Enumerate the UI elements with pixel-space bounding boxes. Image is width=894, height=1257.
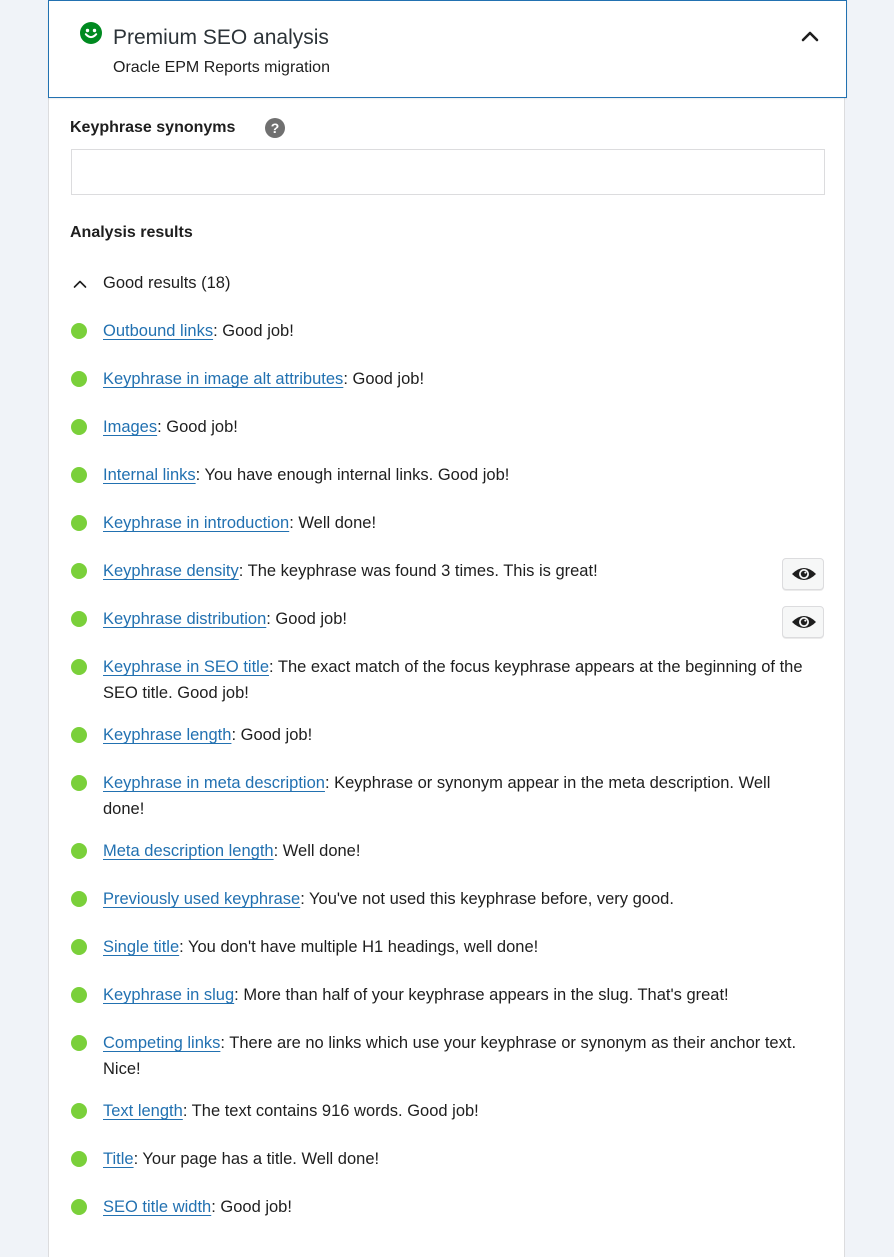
result-link[interactable]: Title bbox=[103, 1150, 134, 1168]
result-text: Images: Good job! bbox=[103, 414, 803, 440]
focus-keyphrase-subtitle: Oracle EPM Reports migration bbox=[113, 59, 330, 76]
good-status-bullet bbox=[71, 775, 87, 791]
result-link[interactable]: Text length bbox=[103, 1102, 183, 1120]
good-status-bullet bbox=[71, 467, 87, 483]
smiley-icon bbox=[80, 22, 102, 44]
result-text: Keyphrase length: Good job! bbox=[103, 722, 803, 748]
good-status-bullet bbox=[71, 611, 87, 627]
result-text: Keyphrase density: The keyphrase was fou… bbox=[103, 558, 793, 584]
premium-seo-analysis-header[interactable]: Premium SEO analysis Oracle EPM Reports … bbox=[48, 0, 847, 98]
chevron-up-icon[interactable] bbox=[801, 29, 819, 43]
keyphrase-synonyms-input[interactable] bbox=[71, 149, 825, 195]
result-link[interactable]: Keyphrase in slug bbox=[103, 986, 234, 1004]
good-status-bullet bbox=[71, 891, 87, 907]
result-message: : The keyphrase was found 3 times. This … bbox=[238, 562, 598, 580]
result-message: : You have enough internal links. Good j… bbox=[195, 466, 510, 484]
result-link[interactable]: Keyphrase in introduction bbox=[103, 514, 289, 532]
chevron-up-icon bbox=[73, 280, 87, 288]
result-text: Single title: You don't have multiple H1… bbox=[103, 934, 803, 960]
result-message: : You've not used this keyphrase before,… bbox=[300, 890, 674, 908]
result-link[interactable]: Outbound links bbox=[103, 322, 213, 340]
result-message: : You don't have multiple H1 headings, w… bbox=[179, 938, 539, 956]
result-link[interactable]: SEO title width bbox=[103, 1198, 211, 1216]
result-text: Previously used keyphrase: You've not us… bbox=[103, 886, 803, 912]
result-text: Text length: The text contains 916 words… bbox=[103, 1098, 803, 1124]
result-link[interactable]: Keyphrase in image alt attributes bbox=[103, 370, 343, 388]
result-message: : Good job! bbox=[231, 726, 313, 744]
highlight-keyphrase-distribution-button[interactable] bbox=[782, 606, 824, 638]
good-status-bullet bbox=[71, 987, 87, 1003]
result-text: Competing links: There are no links whic… bbox=[103, 1030, 803, 1082]
result-message: : Good job! bbox=[266, 610, 347, 628]
result-message: : Well done! bbox=[273, 842, 361, 860]
result-link[interactable]: Keyphrase density bbox=[103, 562, 239, 580]
result-message: : The text contains 916 words. Good job! bbox=[182, 1102, 479, 1120]
result-text: Title: Your page has a title. Well done! bbox=[103, 1146, 803, 1172]
good-status-bullet bbox=[71, 1199, 87, 1215]
result-message: : Good job! bbox=[213, 322, 294, 340]
result-text: Keyphrase in meta description: Keyphrase… bbox=[103, 770, 803, 822]
result-link[interactable]: Keyphrase in meta description bbox=[103, 774, 325, 792]
analysis-results-heading: Analysis results bbox=[70, 224, 193, 241]
result-text: Meta description length: Well done! bbox=[103, 838, 803, 864]
good-status-bullet bbox=[71, 1151, 87, 1167]
good-status-bullet bbox=[71, 727, 87, 743]
result-message: : Well done! bbox=[289, 514, 377, 532]
result-message: : Good job! bbox=[157, 418, 238, 436]
good-status-bullet bbox=[71, 1103, 87, 1119]
result-link[interactable]: Images bbox=[103, 418, 157, 436]
result-text: SEO title width: Good job! bbox=[103, 1194, 803, 1220]
good-status-bullet bbox=[71, 563, 87, 579]
keyphrase-synonyms-label: Keyphrase synonyms bbox=[70, 119, 236, 136]
result-link[interactable]: Keyphrase length bbox=[103, 726, 231, 744]
result-link[interactable]: Single title bbox=[103, 938, 179, 956]
good-status-bullet bbox=[71, 659, 87, 675]
good-status-bullet bbox=[71, 843, 87, 859]
good-status-bullet bbox=[71, 371, 87, 387]
good-results-label: Good results (18) bbox=[103, 274, 231, 292]
result-text: Outbound links: Good job! bbox=[103, 318, 803, 344]
good-status-bullet bbox=[71, 323, 87, 339]
result-link[interactable]: Internal links bbox=[103, 466, 196, 484]
result-text: Keyphrase in introduction: Well done! bbox=[103, 510, 803, 536]
result-text: Keyphrase in slug: More than half of you… bbox=[103, 982, 833, 1008]
help-icon[interactable]: ? bbox=[265, 118, 285, 138]
panel-title: Premium SEO analysis bbox=[113, 26, 329, 49]
result-text: Keyphrase distribution: Good job! bbox=[103, 606, 793, 632]
highlight-keyphrase-density-button[interactable] bbox=[782, 558, 824, 590]
good-status-bullet bbox=[71, 515, 87, 531]
result-text: Keyphrase in SEO title: The exact match … bbox=[103, 654, 803, 706]
good-status-bullet bbox=[71, 1035, 87, 1051]
eye-icon bbox=[792, 616, 816, 628]
result-link[interactable]: Competing links bbox=[103, 1034, 220, 1052]
good-status-bullet bbox=[71, 939, 87, 955]
result-message: : Your page has a title. Well done! bbox=[133, 1150, 380, 1168]
result-message: : Good job! bbox=[211, 1198, 292, 1216]
result-link[interactable]: Meta description length bbox=[103, 842, 274, 860]
result-link[interactable]: Keyphrase in SEO title bbox=[103, 658, 269, 676]
result-message: : Good job! bbox=[343, 370, 425, 388]
good-status-bullet bbox=[71, 419, 87, 435]
result-message: : More than half of your keyphrase appea… bbox=[234, 986, 729, 1004]
eye-icon bbox=[792, 568, 816, 580]
result-link[interactable]: Previously used keyphrase bbox=[103, 890, 300, 908]
result-text: Internal links: You have enough internal… bbox=[103, 462, 803, 488]
result-link[interactable]: Keyphrase distribution bbox=[103, 610, 266, 628]
result-text: Keyphrase in image alt attributes: Good … bbox=[103, 366, 803, 392]
